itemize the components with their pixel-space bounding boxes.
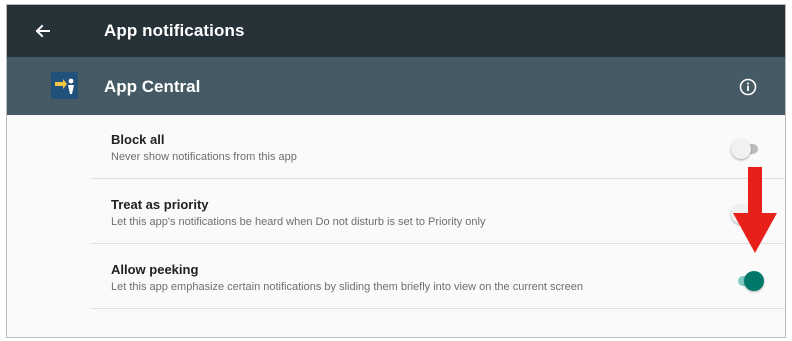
setting-row-treat-as-priority[interactable]: Treat as priority Let this app's notific… xyxy=(91,180,785,244)
top-app-bar: App notifications xyxy=(7,5,785,57)
back-button[interactable] xyxy=(29,18,55,44)
setting-row-block-all[interactable]: Block all Never show notifications from … xyxy=(91,115,785,179)
app-header: App Central xyxy=(7,57,785,115)
page-title: App notifications xyxy=(104,21,245,40)
setting-description: Let this app's notifications be heard wh… xyxy=(111,216,486,228)
setting-title: Treat as priority xyxy=(111,197,209,212)
block-all-toggle[interactable] xyxy=(731,139,760,159)
allow-peeking-toggle[interactable] xyxy=(736,271,764,291)
setting-description: Never show notifications from this app xyxy=(111,151,297,163)
setting-title: Block all xyxy=(111,132,165,147)
info-circle-icon xyxy=(739,78,757,96)
app-name: App Central xyxy=(104,77,201,96)
arrow-left-icon xyxy=(35,24,50,38)
toggle-thumb xyxy=(744,271,764,291)
setting-description: Let this app emphasize certain notificat… xyxy=(111,281,584,293)
setting-row-allow-peeking[interactable]: Allow peeking Let this app emphasize cer… xyxy=(91,245,785,309)
info-button[interactable] xyxy=(738,77,758,97)
app-central-logo-icon xyxy=(51,72,78,99)
settings-screen: App notifications App Central Block all … xyxy=(6,4,786,338)
red-down-arrow-icon xyxy=(733,167,777,253)
toggle-thumb xyxy=(731,139,751,159)
setting-title: Allow peeking xyxy=(111,262,199,277)
